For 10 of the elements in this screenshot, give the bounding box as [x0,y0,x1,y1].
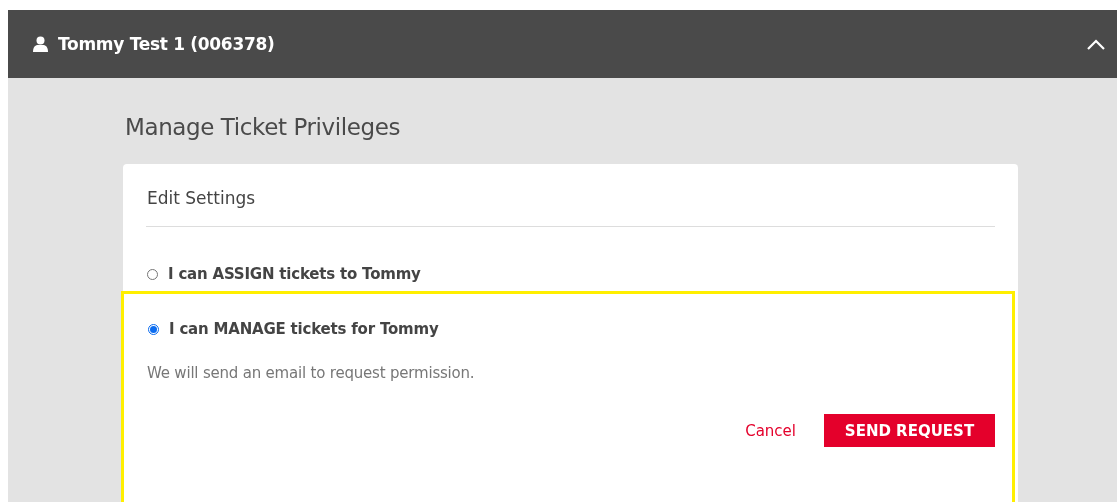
chevron-up-icon[interactable] [1087,38,1105,50]
page-title: Manage Ticket Privileges [125,114,401,140]
account-name: Tommy Test 1 (006378) [58,34,276,54]
user-icon [33,36,48,52]
cancel-button[interactable]: Cancel [745,421,796,440]
radio-option[interactable]: I can ASSIGN tickets to Tommy [147,265,421,283]
radio-option[interactable]: I can MANAGE tickets for Tommy [148,320,439,338]
card-title: Edit Settings [147,188,256,210]
info-text: We will send an email to request permission. [147,364,475,382]
send-request-button[interactable]: SEND REQUEST [824,414,995,447]
